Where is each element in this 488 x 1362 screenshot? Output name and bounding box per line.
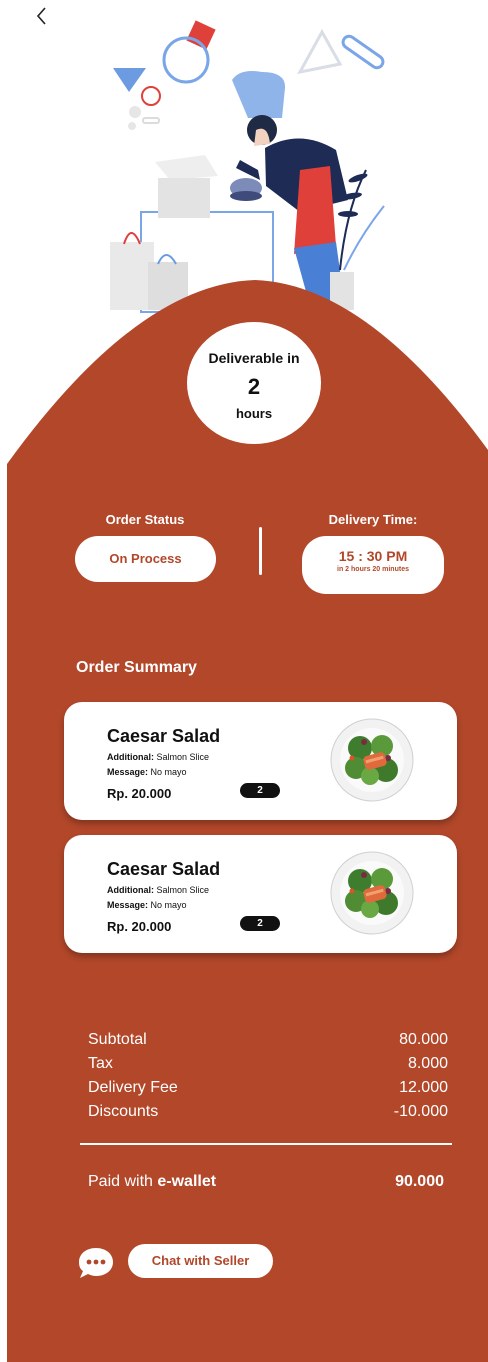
deliverable-badge: Deliverable in 2 hours [187, 322, 321, 444]
item-additional: Additional: Salmon Slice [107, 885, 210, 895]
subtotal-label: Subtotal [88, 1031, 147, 1048]
order-item-card[interactable]: Caesar Salad Additional: Salmon Slice Me… [64, 835, 457, 953]
item-quantity-badge: 2 [240, 783, 280, 798]
paid-row: Paid with e-wallet 90.000 [88, 1173, 444, 1191]
delivery-time-value: 15 : 30 PM [338, 548, 408, 564]
discounts-value: -10.000 [393, 1103, 448, 1120]
caesar-salad-image [330, 718, 414, 802]
item-quantity-badge: 2 [240, 916, 280, 931]
delivery-time-sub: in 2 hours 20 minutes [337, 566, 409, 573]
delivery-time-pill: 15 : 30 PM in 2 hours 20 minutes [302, 536, 444, 594]
item-price: Rp. 20.000 [107, 919, 172, 934]
delivery-fee-label: Delivery Fee [88, 1079, 178, 1096]
tax-value: 8.000 [407, 1055, 448, 1072]
subtotal-row: Subtotal 80.000 [88, 1031, 448, 1053]
tax-row: Tax 8.000 [88, 1055, 448, 1077]
item-message: Message: No mayo [107, 900, 187, 910]
delivery-time-label: Delivery Time: [328, 512, 418, 527]
item-additional: Additional: Salmon Slice [107, 752, 210, 762]
chat-with-seller-button[interactable]: Chat with Seller [128, 1244, 273, 1278]
order-summary-title: Order Summary [76, 659, 197, 676]
chat-bubble-icon[interactable] [77, 1246, 115, 1280]
discounts-label: Discounts [88, 1103, 159, 1120]
item-name: Caesar Salad [107, 726, 221, 746]
item-message: Message: No mayo [107, 767, 187, 777]
order-status-pill: On Process [75, 536, 216, 582]
paid-amount: 90.000 [395, 1173, 444, 1190]
tax-label: Tax [88, 1055, 113, 1072]
item-price: Rp. 20.000 [107, 786, 172, 801]
chef-illustration [110, 20, 385, 313]
item-name: Caesar Salad [107, 859, 221, 879]
order-status-label: Order Status [105, 512, 185, 527]
delivery-fee-value: 12.000 [399, 1079, 448, 1096]
deliverable-unit: hours [235, 406, 273, 421]
discounts-row: Discounts -10.000 [88, 1103, 448, 1125]
caesar-salad-image [330, 851, 414, 935]
subtotal-value: 80.000 [399, 1031, 448, 1048]
totals-divider [80, 1143, 452, 1145]
paid-prefix: Paid with [88, 1173, 158, 1190]
deliverable-value: 2 [247, 374, 261, 399]
order-item-card[interactable]: Caesar Salad Additional: Salmon Slice Me… [64, 702, 457, 820]
status-divider [259, 527, 262, 575]
paid-method: e-wallet [157, 1173, 217, 1190]
deliverable-label: Deliverable in [208, 350, 300, 366]
delivery-fee-row: Delivery Fee 12.000 [88, 1079, 448, 1101]
